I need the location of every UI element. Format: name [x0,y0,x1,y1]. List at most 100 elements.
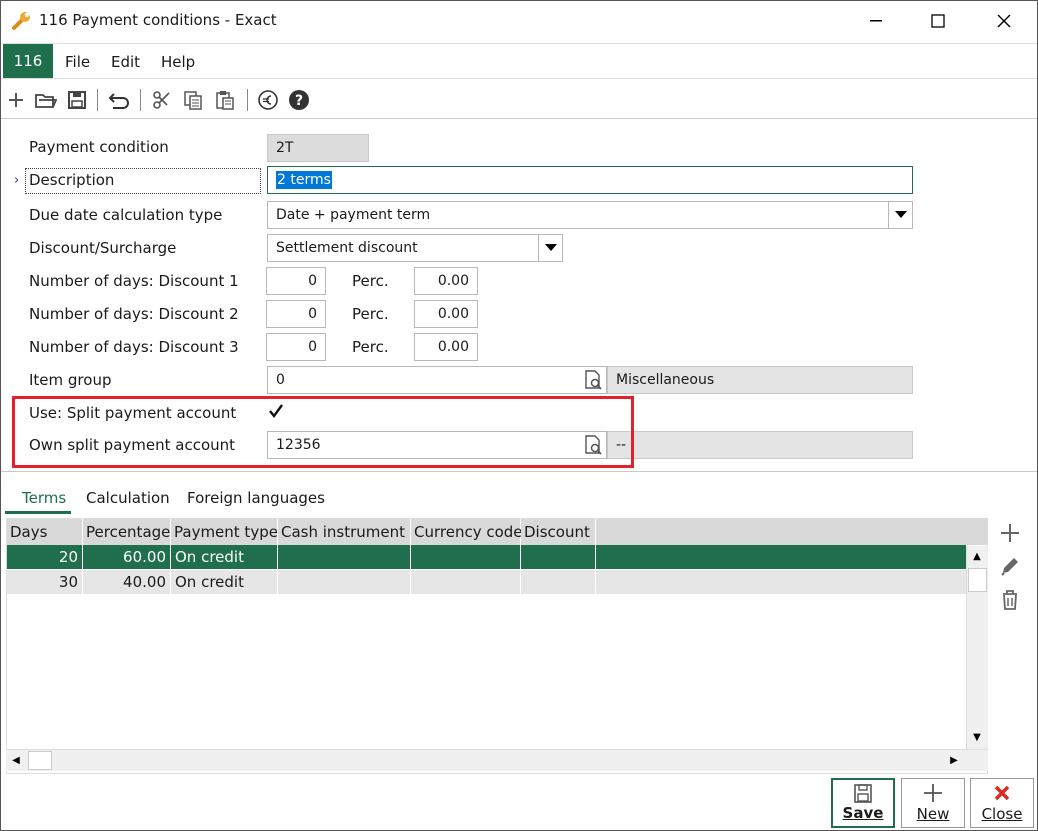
discount-1-days-input[interactable]: 0 [266,267,326,295]
cell-cash-instrument[interactable] [278,545,411,569]
discount-2-perc-input[interactable]: 0.00 [414,300,478,328]
tab-terms[interactable]: Terms [22,489,66,507]
due-date-type-label: Due date calculation type [29,206,223,224]
cell-currency-code[interactable] [411,570,521,594]
cell-discount[interactable] [521,570,596,594]
column-header-currency-code[interactable]: Currency code [411,519,523,545]
discount-1-perc-input[interactable]: 0.00 [414,267,478,295]
discount-1-perc-label: Perc. [352,272,389,290]
menu-help[interactable]: Help [161,53,195,71]
save-disk-icon[interactable] [65,89,89,111]
cut-icon[interactable] [150,89,174,111]
undo-icon[interactable] [107,89,131,111]
paste-icon[interactable] [213,89,237,111]
scroll-right-icon[interactable]: ▶ [944,750,964,770]
lookup-icon[interactable] [579,366,607,394]
discount-3-label: Number of days: Discount 3 [29,338,239,356]
tabs-divider [1,471,1037,472]
item-group-description: Miscellaneous [607,366,913,394]
cell-cash-instrument[interactable] [278,570,411,594]
add-row-icon[interactable] [997,520,1023,546]
due-date-type-value: Date + payment term [276,207,431,223]
new-button[interactable]: New [901,778,965,828]
menu-badge[interactable]: 116 [3,44,53,78]
own-split-description: -- [607,431,913,459]
discount-3-perc-label: Perc. [352,338,389,356]
new-button-label: New [916,805,950,823]
scroll-left-icon[interactable]: ◀ [6,750,26,770]
column-header-discount[interactable]: Discount [521,519,596,545]
delete-trash-icon[interactable] [997,587,1023,613]
column-header-days[interactable]: Days [7,519,83,545]
discount-1-label: Number of days: Discount 1 [29,272,239,290]
tab-calculation[interactable]: Calculation [86,489,170,507]
save-button-label: Save [842,804,884,822]
title-bar: 116 Payment conditions - Exact [1,1,1037,41]
description-label: Description [29,171,115,189]
cell-percentage[interactable]: 40.00 [83,570,171,594]
toolbar-divider [247,89,248,111]
scroll-down-icon[interactable]: ▼ [967,727,987,747]
cell-days[interactable]: 20 [7,545,83,569]
edit-pencil-icon[interactable] [997,553,1023,579]
column-header-percentage[interactable]: Percentage [83,519,171,545]
close-window-button[interactable] [981,5,1027,37]
column-header-cash-instrument[interactable]: Cash instrument [278,519,411,545]
description-value: 2 terms [276,171,332,189]
cell-currency-code[interactable] [411,545,521,569]
discount-2-perc-label: Perc. [352,305,389,323]
cell-discount[interactable] [521,545,596,569]
item-group-label: Item group [29,371,112,389]
cell-payment-type[interactable]: On credit [171,545,278,569]
scroll-up-icon[interactable]: ▲ [967,546,987,566]
save-button[interactable]: Save [831,778,895,828]
discount-surcharge-select[interactable]: Settlement discount [267,234,563,262]
menu-bar: 116 File Edit Help [1,43,1037,79]
discount-surcharge-value: Settlement discount [276,240,418,256]
cell-filler [596,570,966,594]
window-title: 116 Payment conditions - Exact [39,11,277,29]
discount-2-days-input[interactable]: 0 [266,300,326,328]
due-date-type-select[interactable]: Date + payment term [267,201,913,229]
plus-icon[interactable] [4,89,28,111]
maximize-button[interactable] [915,5,961,37]
help-icon[interactable]: ? [287,89,311,111]
chevron-down-icon[interactable] [888,202,912,228]
terms-grid: Days Percentage Payment type Cash instru… [6,518,988,774]
open-folder-icon[interactable] [34,89,58,111]
chevron-down-icon[interactable] [538,235,562,261]
menu-file[interactable]: File [65,53,90,71]
discount-3-days-input[interactable]: 0 [266,333,326,361]
cell-filler [596,545,966,569]
copy-icon[interactable] [181,89,205,111]
horizontal-scrollbar[interactable]: ◀ ▶ [6,749,988,771]
cell-percentage[interactable]: 60.00 [83,545,171,569]
cell-payment-type[interactable]: On credit [171,570,278,594]
plus-icon [902,782,964,804]
toolbar-divider [140,89,141,111]
scroll-thumb[interactable] [968,568,987,592]
column-header-filler [596,519,988,545]
euro-icon[interactable] [256,89,280,111]
description-field[interactable]: 2 terms [267,166,913,194]
vertical-scrollbar[interactable]: ▲ ▼ [966,546,988,749]
minimize-button[interactable] [853,5,899,37]
column-header-payment-type[interactable]: Payment type [171,519,278,545]
close-button[interactable]: Close [970,778,1034,828]
current-row-indicator-icon: › [14,173,20,188]
discount-3-perc-input[interactable]: 0.00 [414,333,478,361]
item-group-input[interactable]: 0 [267,366,607,394]
wrench-icon [11,9,33,31]
svg-text:?: ? [295,93,303,109]
cell-days[interactable]: 30 [7,570,83,594]
close-x-icon [971,782,1033,804]
highlight-box [12,396,634,468]
discount-surcharge-label: Discount/Surcharge [29,239,177,257]
menu-edit[interactable]: Edit [111,53,140,71]
toolbar: ? [1,81,1037,119]
scroll-thumb[interactable] [28,751,52,770]
save-disk-icon [833,783,893,805]
active-tab-indicator [5,511,71,514]
toolbar-divider [97,89,98,111]
tab-foreign-languages[interactable]: Foreign languages [187,489,325,507]
